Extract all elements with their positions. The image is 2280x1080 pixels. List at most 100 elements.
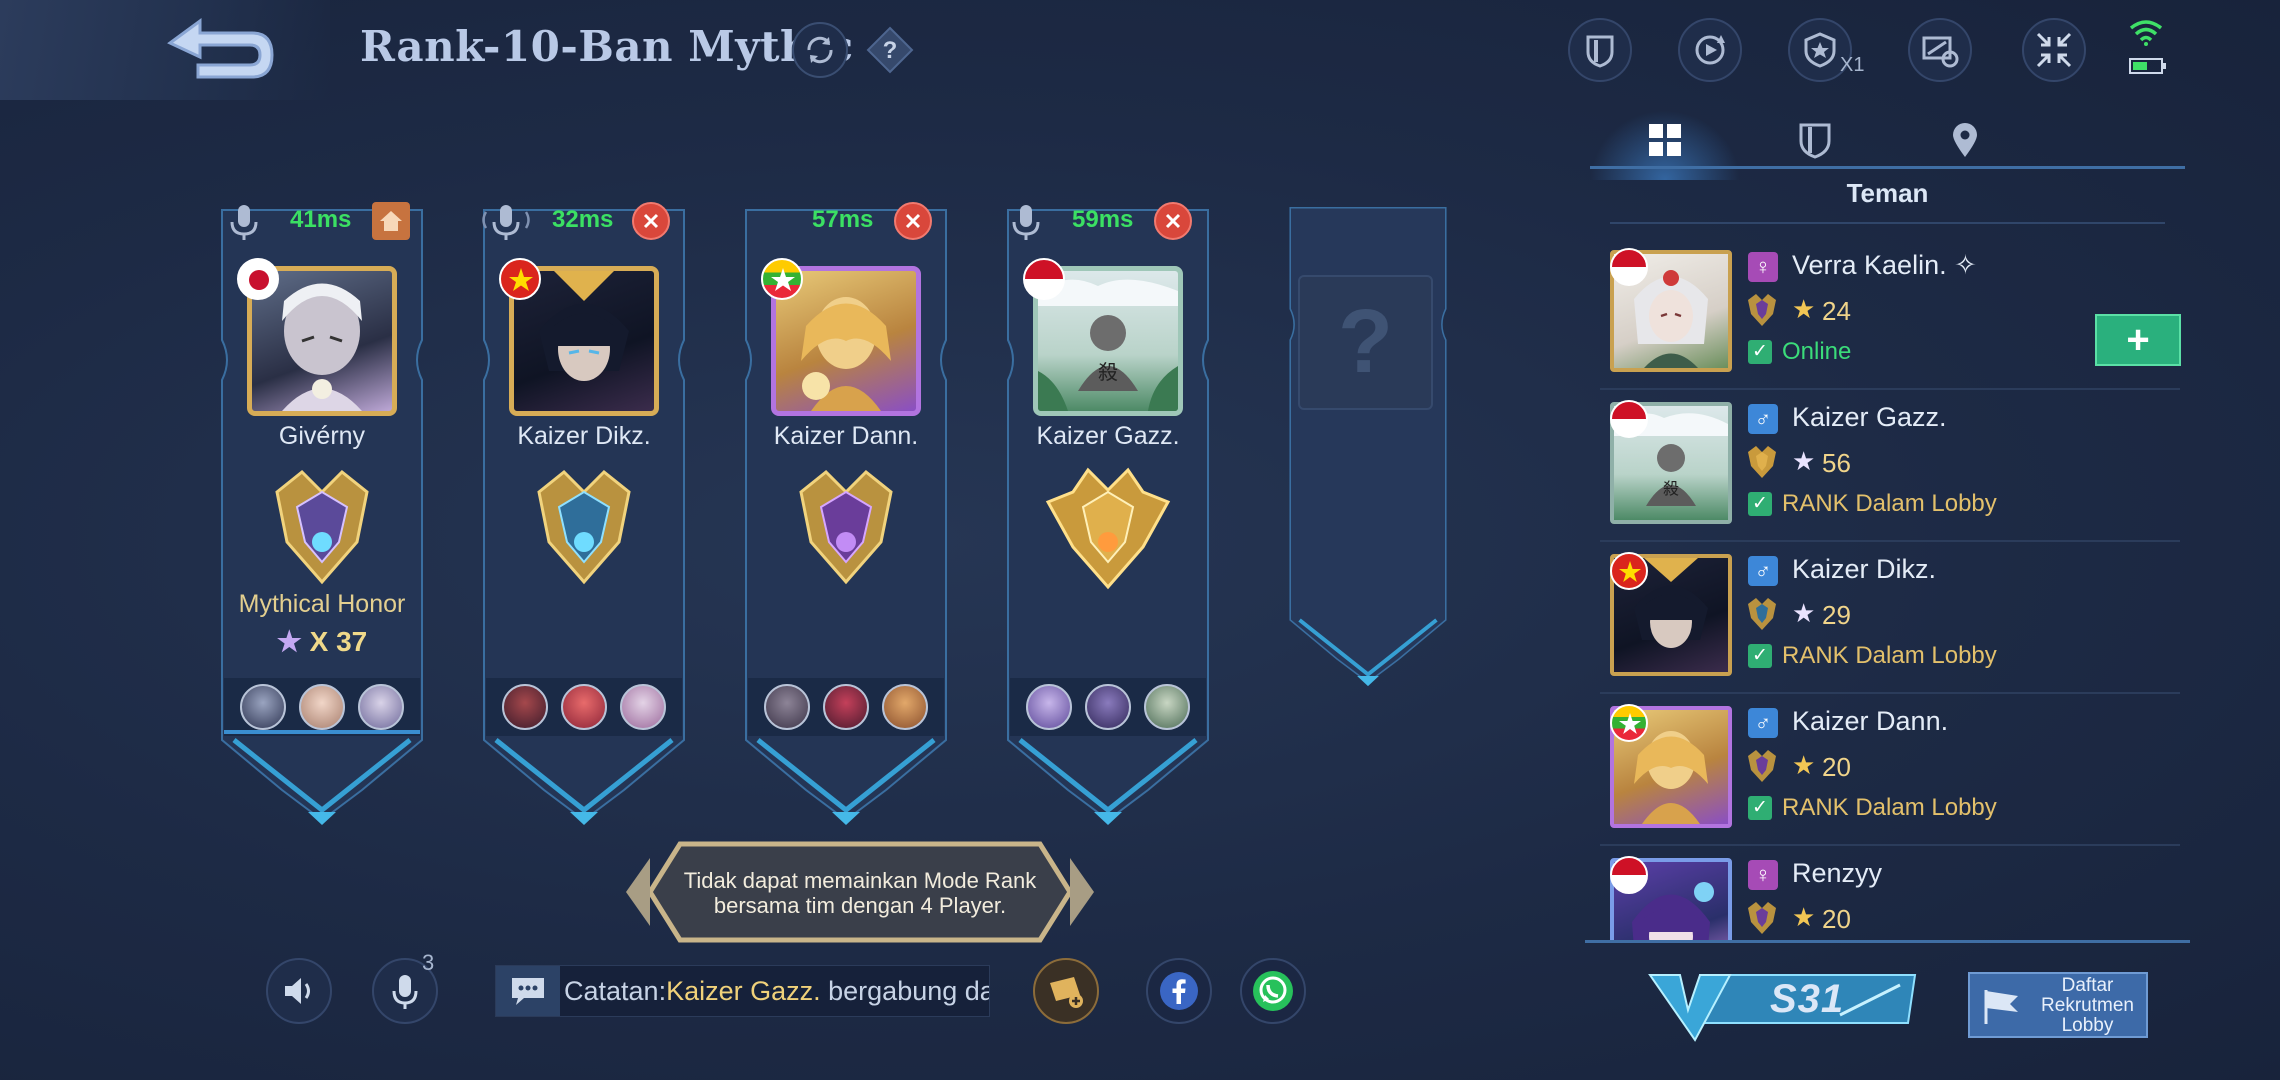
warning-toast: Tidak dapat memainkan Mode Rank bersama …: [620, 838, 1100, 946]
close-icon: [643, 213, 659, 229]
team-slot-3[interactable]: 57ms Kaizer Dann.: [736, 200, 956, 830]
friend-country-flag: [1610, 552, 1648, 590]
whatsapp-share-button[interactable]: [1240, 958, 1306, 1024]
empty-slot-placeholder: ?: [1298, 275, 1433, 410]
friend-row[interactable]: ♂ Kaizer Dikz. ★ 29 ✓ RANK Dalam Lobby: [1600, 544, 2180, 694]
team-shield-icon: [1586, 35, 1614, 68]
screen-rotate-icon: [1922, 36, 1959, 68]
hero-pick[interactable]: [1143, 684, 1190, 730]
hero-pick[interactable]: [881, 684, 928, 730]
team-slot-1[interactable]: 41ms Givérny Mythical Honor ★ X 37: [212, 200, 432, 830]
female-icon: ♀: [1748, 252, 1778, 282]
location-pin-icon: [1953, 123, 1977, 157]
rank-title: Mythical Honor: [238, 590, 406, 618]
season-badge[interactable]: S31: [1640, 965, 1920, 1045]
team-slot-2[interactable]: 32ms Kaizer Dikz.: [474, 200, 694, 830]
tab-squad[interactable]: [1740, 110, 1890, 170]
mic-count-badge: 3: [422, 950, 435, 975]
replay-icon: [1695, 35, 1725, 65]
panel-divider: [1585, 940, 2190, 943]
section-divider: [1610, 222, 2165, 224]
star-count-value: 37: [336, 626, 368, 657]
help-icon: ?: [866, 26, 914, 74]
hero-pick[interactable]: [619, 684, 666, 730]
facebook-share-button[interactable]: [1146, 958, 1212, 1024]
friend-name: Kaizer Dann.: [1792, 706, 1949, 736]
shield-icon: [1799, 123, 1831, 159]
chat-message: Catatan:Kaizer Gazz. bergabung da: [560, 975, 989, 1007]
team-slot-empty[interactable]: ?: [1258, 200, 1478, 830]
back-button[interactable]: [155, 10, 285, 90]
female-icon: ♀: [1748, 860, 1778, 890]
hero-pick[interactable]: [1026, 684, 1073, 730]
speaker-button[interactable]: [266, 958, 332, 1024]
flag-icon: [1984, 990, 2018, 1024]
kick-button[interactable]: [1154, 202, 1192, 240]
mic-icon[interactable]: [1008, 202, 1044, 242]
friend-stars: 20: [1822, 904, 1851, 934]
rank-emblem-icon: [1748, 598, 1776, 630]
season-label: S31: [1770, 977, 1845, 1021]
hero-pick[interactable]: [764, 684, 811, 730]
mic-active-icon[interactable]: [478, 202, 534, 242]
add-friend-button[interactable]: +: [2095, 314, 2181, 366]
help-button[interactable]: ?: [862, 22, 918, 78]
friend-country-flag: [1610, 704, 1648, 742]
facebook-icon: [1160, 972, 1198, 1010]
chat-button[interactable]: [496, 966, 560, 1016]
mic-icon[interactable]: [226, 202, 262, 242]
kick-button[interactable]: [894, 202, 932, 240]
svg-text:?: ?: [883, 37, 898, 64]
friend-list[interactable]: ♀ Verra Kaelin. ✧ ★ 24 ✓ Online + 殺 ♂ Ka…: [1600, 240, 2190, 940]
rank-stars: ★ X 37: [212, 625, 432, 658]
friend-stars: 29: [1822, 600, 1851, 630]
tab-friends-grid[interactable]: [1590, 110, 1740, 180]
rank-emblem-icon: [1748, 446, 1776, 478]
wifi-icon: [2129, 20, 2163, 46]
slot-frame: [1289, 207, 1447, 687]
friend-row[interactable]: ♀ Verra Kaelin. ✧ ★ 24 ✓ Online +: [1600, 240, 2181, 390]
friend-country-flag: [1610, 248, 1648, 286]
hero-pick[interactable]: [240, 684, 287, 730]
close-icon: [905, 213, 921, 229]
screen-rotate-button[interactable]: [1908, 18, 1972, 82]
friend-country-flag: [1610, 856, 1648, 894]
recruit-label: Daftar Rekrutmen Lobby: [2041, 975, 2134, 1036]
friend-status: Online: [1782, 338, 1852, 365]
svg-text:殺: 殺: [1098, 360, 1118, 384]
chat-player-name: Kaizer Gazz.: [666, 975, 821, 1006]
hero-pick[interactable]: [502, 684, 549, 730]
invite-button[interactable]: [1033, 958, 1099, 1024]
country-flag: [1023, 258, 1065, 300]
replay-button[interactable]: [1678, 18, 1742, 82]
hero-pick[interactable]: [822, 684, 869, 730]
rank-emblem-icon: [1748, 294, 1776, 326]
kick-button[interactable]: [632, 202, 670, 240]
refresh-button[interactable]: [792, 22, 848, 78]
team-shield-button[interactable]: [1568, 18, 1632, 82]
hero-pick[interactable]: [1084, 684, 1131, 730]
star-icon: ★: [1792, 446, 1816, 476]
lobby-recruit-button[interactable]: Daftar Rekrutmen Lobby: [1968, 972, 2148, 1038]
friend-row[interactable]: 殺 ♂ Kaizer Gazz. ★ 56 ✓ RANK Dalam Lobby: [1600, 392, 2180, 542]
friend-row[interactable]: ♂ Kaizer Dann. ★ 20 ✓ RANK Dalam Lobby: [1600, 696, 2180, 846]
chat-prefix: Catatan:: [564, 975, 667, 1006]
status-check-icon: ✓: [1748, 340, 1772, 364]
country-flag: [499, 258, 541, 300]
status-check-icon: ✓: [1748, 644, 1772, 668]
team-slot-4[interactable]: 59ms 殺 Kaizer Gazz.: [998, 200, 1218, 830]
section-title: Teman: [1846, 178, 1929, 208]
friend-country-flag: [1610, 400, 1648, 438]
tab-nearby[interactable]: [1890, 110, 2040, 170]
friend-row[interactable]: ♀ Renzyy ★ 20: [1600, 848, 2180, 940]
toast-message: Tidak dapat memainkan Mode Rank bersama …: [660, 868, 1060, 918]
hero-pick[interactable]: [357, 684, 404, 730]
hero-picks: [758, 680, 934, 734]
collapse-button[interactable]: [2022, 18, 2086, 82]
star-icon: ★: [1792, 902, 1816, 932]
back-arrow-icon: [167, 18, 274, 79]
hero-pick[interactable]: [560, 684, 607, 730]
rank-emblem-icon: [1748, 902, 1776, 934]
hero-pick[interactable]: [298, 684, 345, 730]
chat-message-bar[interactable]: Catatan:Kaizer Gazz. bergabung da: [495, 965, 990, 1017]
